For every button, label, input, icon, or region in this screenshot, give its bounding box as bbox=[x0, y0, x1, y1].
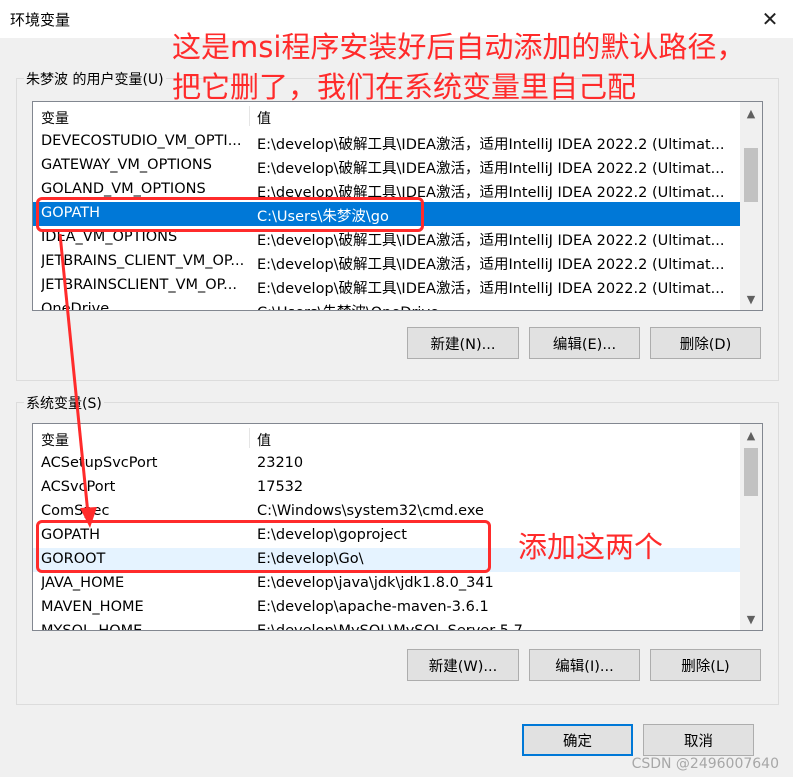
annotation-arrow bbox=[58, 233, 97, 528]
watermark: CSDN @2496007640 bbox=[631, 756, 779, 772]
